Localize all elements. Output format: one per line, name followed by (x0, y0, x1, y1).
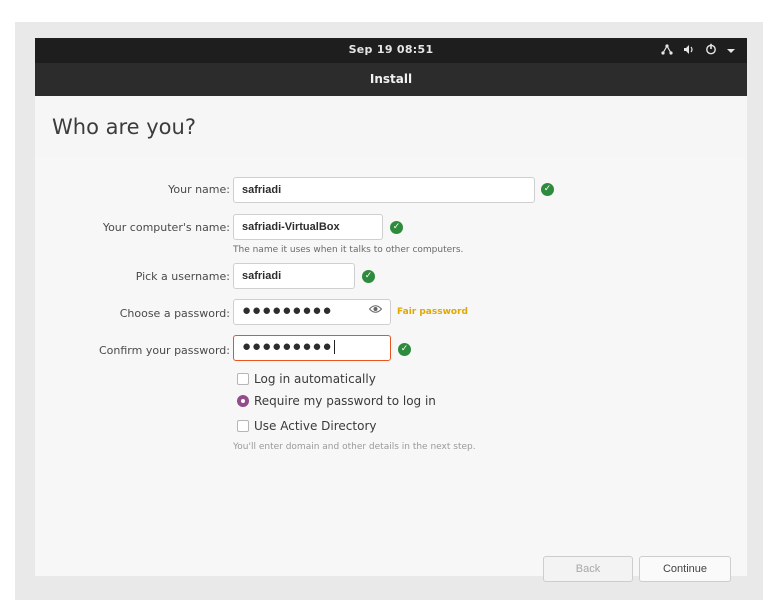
password-strength-label: Fair password (397, 307, 468, 317)
back-button[interactable]: Back (543, 556, 633, 582)
active-directory-checkbox[interactable] (237, 420, 249, 432)
show-password-eye-icon[interactable] (368, 304, 383, 317)
name-label: Your name: (168, 183, 230, 196)
window-titlebar: Install (35, 63, 747, 96)
password-field[interactable]: ●●●●●●●●● (233, 299, 391, 325)
top-bar: Sep 19 08:51 (35, 38, 747, 63)
computer-name-label: Your computer's name: (102, 221, 230, 234)
computer-name-field[interactable]: safriadi-VirtualBox (233, 214, 383, 240)
continue-button[interactable]: Continue (639, 556, 731, 582)
username-valid-check-icon: ✓ (362, 270, 375, 283)
name-valid-check-icon: ✓ (541, 183, 554, 196)
require-password-label: Require my password to log in (254, 394, 436, 408)
heading-area: Who are you? (35, 96, 747, 159)
username-field[interactable]: safriadi (233, 263, 355, 289)
require-password-radio[interactable] (237, 395, 249, 407)
login-automatically-label: Log in automatically (254, 372, 376, 386)
installer-window: Who are you? Your name: safriadi ✓ Your … (35, 96, 747, 582)
password-label: Choose a password: (119, 307, 230, 320)
require-password-option[interactable]: Require my password to log in (237, 394, 436, 408)
active-directory-label: Use Active Directory (254, 419, 377, 433)
network-icon[interactable] (661, 43, 673, 58)
active-directory-note: You'll enter domain and other details in… (233, 442, 476, 452)
login-automatically-checkbox[interactable] (237, 373, 249, 385)
clock[interactable]: Sep 19 08:51 (35, 43, 747, 56)
active-directory-option[interactable]: Use Active Directory (237, 419, 376, 433)
confirm-password-value: ●●●●●●●●● (242, 338, 333, 355)
name-field[interactable]: safriadi (233, 177, 535, 203)
username-label: Pick a username: (135, 270, 230, 283)
confirm-password-field[interactable]: ●●●●●●●●● (233, 335, 391, 361)
window-title: Install (369, 72, 413, 86)
confirm-password-label: Confirm your password: (98, 344, 230, 357)
login-automatically-option[interactable]: Log in automatically (237, 372, 376, 386)
text-caret (333, 340, 335, 355)
menu-arrow-icon[interactable] (727, 44, 735, 57)
power-icon[interactable] (705, 43, 717, 58)
volume-icon[interactable] (683, 44, 695, 58)
computer-name-valid-check-icon: ✓ (390, 221, 403, 234)
system-tray[interactable] (661, 43, 735, 58)
page-title: Who are you? (52, 115, 196, 139)
user-form: Your name: safriadi ✓ Your computer's na… (35, 158, 747, 582)
computer-name-hint: The name it uses when it talks to other … (233, 245, 464, 255)
confirm-password-valid-check-icon: ✓ (398, 343, 411, 356)
